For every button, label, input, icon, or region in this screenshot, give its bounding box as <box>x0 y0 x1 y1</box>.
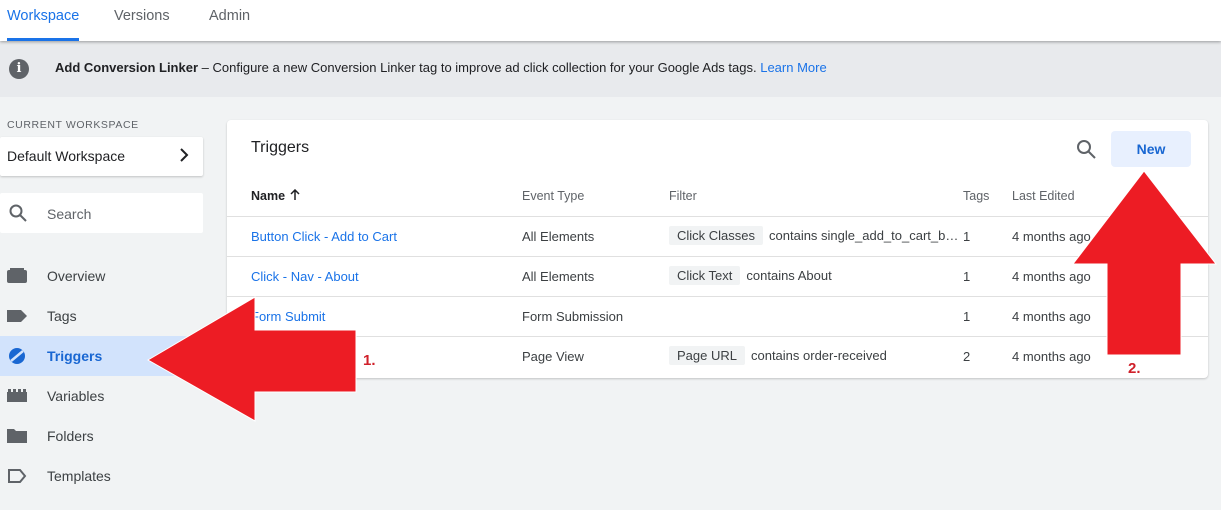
banner-title: Add Conversion Linker <box>55 60 199 75</box>
chevron-right-icon <box>180 148 189 162</box>
search-placeholder: Search <box>47 206 92 222</box>
sidebar-item-tags[interactable]: Tags <box>0 296 203 336</box>
folder-icon <box>7 429 27 443</box>
tags-count: 1 <box>963 309 971 324</box>
sidebar-item-overview[interactable]: Overview <box>0 256 203 296</box>
filter-condition: contains single_add_to_cart_b… <box>769 228 959 243</box>
tab-admin[interactable]: Admin <box>209 0 250 41</box>
trigger-name-link[interactable]: Click - Nav - About <box>251 269 359 284</box>
tag-icon <box>7 310 27 322</box>
last-edited: 4 months ago <box>1012 309 1091 324</box>
table-row[interactable]: Form Submit Form Submission 1 4 months a… <box>227 296 1208 336</box>
tags-count: 2 <box>963 349 971 364</box>
last-edited: 4 months ago <box>1012 269 1091 284</box>
workspace-name: Default Workspace <box>7 148 126 164</box>
sidebar-item-label: Templates <box>47 468 111 484</box>
sidebar-item-folders[interactable]: Folders <box>0 416 203 456</box>
filter-condition: contains order-received <box>750 348 887 363</box>
search-icon[interactable] <box>1075 138 1097 160</box>
banner-message: – Configure a new Conversion Linker tag … <box>198 60 761 75</box>
arrow-up-icon <box>290 188 300 200</box>
filter-cell: Click Text contains About <box>669 266 963 285</box>
sidebar-item-triggers[interactable]: Triggers <box>0 336 203 376</box>
template-icon <box>8 469 27 483</box>
filter-chip: Page URL <box>669 346 745 365</box>
sidebar-item-label: Folders <box>47 428 94 444</box>
tab-versions[interactable]: Versions <box>114 0 170 41</box>
last-edited: 4 months ago <box>1012 229 1091 244</box>
trigger-name-link[interactable]: Form Submit <box>251 309 325 324</box>
event-type: All Elements <box>522 229 595 244</box>
trigger-icon <box>9 348 25 364</box>
tags-count: 1 <box>963 269 971 284</box>
column-header-name-label: Name <box>251 189 286 203</box>
sidebar-search[interactable]: Search <box>0 193 203 233</box>
filter-cell: Page URL contains order-received <box>669 346 963 365</box>
info-icon: i <box>9 59 29 79</box>
sidebar-item-label: Triggers <box>47 348 103 364</box>
sidebar-item-templates[interactable]: Templates <box>0 456 203 496</box>
sidebar-item-label: Variables <box>47 388 105 404</box>
learn-more-link[interactable]: Learn More <box>760 60 826 75</box>
triggers-card: Triggers New Name Event Type Filter Tags… <box>227 120 1208 378</box>
tags-count: 1 <box>963 229 971 244</box>
search-icon <box>9 204 27 222</box>
column-header-filter[interactable]: Filter <box>669 189 697 203</box>
table-row[interactable]: Button Click - Add to Cart All Elements … <box>227 216 1208 256</box>
sidebar-item-variables[interactable]: Variables <box>0 376 203 416</box>
filter-chip: Click Classes <box>669 226 764 245</box>
notification-banner: i Add Conversion Linker – Configure a ne… <box>0 41 1221 97</box>
annotation-label-1: 1. <box>363 352 376 369</box>
filter-cell: Click Classes contains single_add_to_cart… <box>669 226 963 245</box>
table-row[interactable]: Click - Nav - About All Elements Click T… <box>227 256 1208 296</box>
column-header-last-edited[interactable]: Last Edited <box>1012 189 1075 203</box>
variables-icon <box>7 389 27 402</box>
event-type: Page View <box>522 349 584 364</box>
event-type: Form Submission <box>522 309 624 324</box>
annotation-label-2: 2. <box>1128 360 1141 377</box>
column-header-event-type[interactable]: Event Type <box>522 189 584 203</box>
top-navigation: Workspace Versions Admin <box>0 0 1221 41</box>
overview-icon <box>7 268 27 283</box>
sidebar-item-label: Tags <box>47 308 77 324</box>
filter-condition: contains About <box>746 268 832 283</box>
sidebar-item-label: Overview <box>47 268 106 284</box>
tab-workspace[interactable]: Workspace <box>7 0 80 41</box>
workspace-selector[interactable]: Default Workspace <box>0 137 203 176</box>
page-title: Triggers <box>251 139 310 156</box>
new-trigger-button[interactable]: New <box>1111 131 1191 167</box>
event-type: All Elements <box>522 269 595 284</box>
last-edited: 4 months ago <box>1012 349 1091 364</box>
column-header-tags[interactable]: Tags <box>963 189 989 203</box>
trigger-name-link[interactable]: Button Click - Add to Cart <box>251 229 397 244</box>
banner-text: Add Conversion Linker – Configure a new … <box>55 60 827 75</box>
current-workspace-label: CURRENT WORKSPACE <box>7 119 139 131</box>
filter-chip: Click Text <box>669 266 741 285</box>
column-header-name[interactable]: Name <box>251 188 301 203</box>
